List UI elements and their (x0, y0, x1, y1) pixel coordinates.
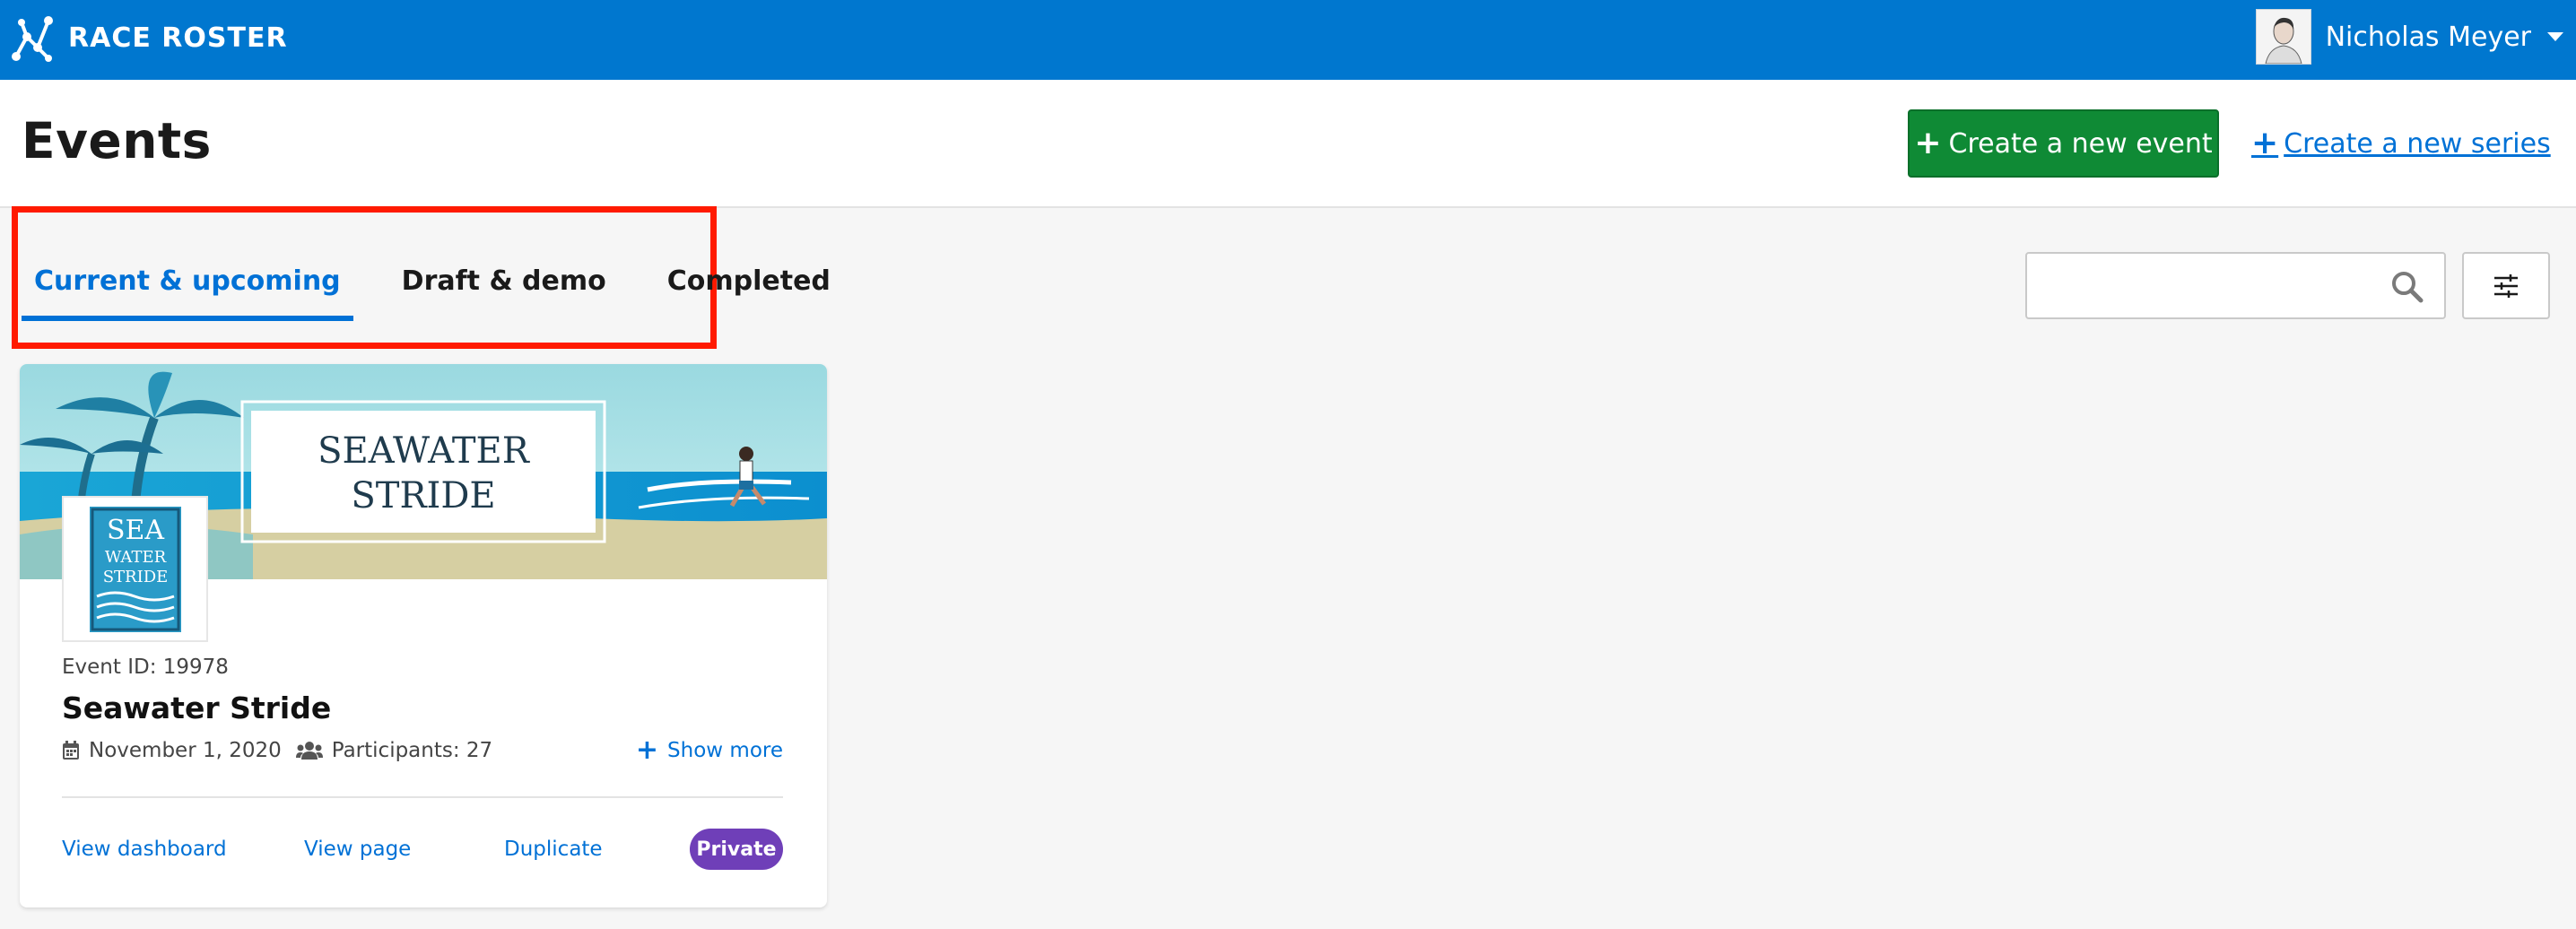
brand-name: RACE ROSTER (68, 22, 288, 54)
user-menu[interactable]: Nicholas Meyer (2255, 9, 2563, 65)
users-icon (295, 742, 323, 760)
event-status-tabs: Current & upcoming Draft & demo Complete… (22, 240, 879, 321)
user-name: Nicholas Meyer (2325, 21, 2531, 53)
status-badge: Private (690, 829, 783, 870)
create-series-label: Create a new series (2284, 127, 2551, 160)
user-avatar-icon (2256, 10, 2311, 64)
event-id: Event ID: 19978 (62, 656, 229, 679)
search-box (2025, 252, 2446, 319)
event-logo-image: SEA WATER STRIDE (89, 506, 181, 632)
logo-text-line3: STRIDE (102, 568, 168, 586)
plus-icon: + (1914, 125, 1942, 161)
page-header: Events + Create a new event + Create a n… (0, 80, 2576, 208)
participants-count: Participants: 27 (331, 739, 493, 762)
search-icon[interactable] (2390, 270, 2424, 304)
tab-label: Current & upcoming (34, 265, 341, 297)
top-navbar: RACE ROSTER Nicholas Meyer (0, 0, 2576, 80)
event-meta: November 1, 2020 Participants: 27 (62, 739, 492, 762)
avatar (2255, 9, 2311, 65)
view-page-link[interactable]: View page (304, 838, 411, 861)
event-date: November 1, 2020 (89, 739, 282, 762)
brand-logo[interactable]: RACE ROSTER (9, 11, 288, 65)
plus-icon: + (635, 734, 659, 766)
banner-title-line1: SEAWATER (318, 430, 531, 472)
view-dashboard-link[interactable]: View dashboard (62, 838, 227, 861)
duplicate-link[interactable]: Duplicate (504, 838, 603, 861)
event-name[interactable]: Seawater Stride (62, 690, 331, 725)
tab-current-upcoming[interactable]: Current & upcoming (22, 240, 353, 321)
tab-draft-demo[interactable]: Draft & demo (389, 240, 619, 321)
tab-completed[interactable]: Completed (655, 240, 843, 321)
page-title: Events (22, 112, 212, 169)
tab-label: Completed (666, 265, 831, 297)
calendar-icon (62, 741, 80, 760)
show-more-label: Show more (667, 739, 783, 762)
race-roster-logo-icon (12, 16, 53, 62)
search-input[interactable] (2027, 254, 2386, 317)
logo-text-line2: WATER (104, 548, 166, 567)
create-event-button[interactable]: + Create a new event (1908, 109, 2219, 178)
banner-title-line2: STRIDE (351, 475, 495, 517)
event-logo: SEA WATER STRIDE (62, 496, 208, 642)
plus-icon: + (2251, 125, 2279, 161)
chevron-down-icon (2547, 32, 2563, 41)
card-actions: View dashboard View page Duplicate Priva… (62, 829, 783, 873)
show-more-button[interactable]: + Show more (636, 737, 783, 764)
card-divider (62, 796, 783, 798)
filter-button[interactable] (2462, 252, 2550, 319)
sliders-icon (2494, 273, 2518, 298)
tab-label: Draft & demo (401, 265, 606, 297)
create-series-link[interactable]: + Create a new series (2251, 123, 2551, 164)
logo-text-line1: SEA (106, 515, 163, 546)
create-event-label: Create a new event (1948, 127, 2213, 160)
event-card: SEAWATER STRIDE SEA WATER STRIDE Event I… (20, 364, 827, 907)
